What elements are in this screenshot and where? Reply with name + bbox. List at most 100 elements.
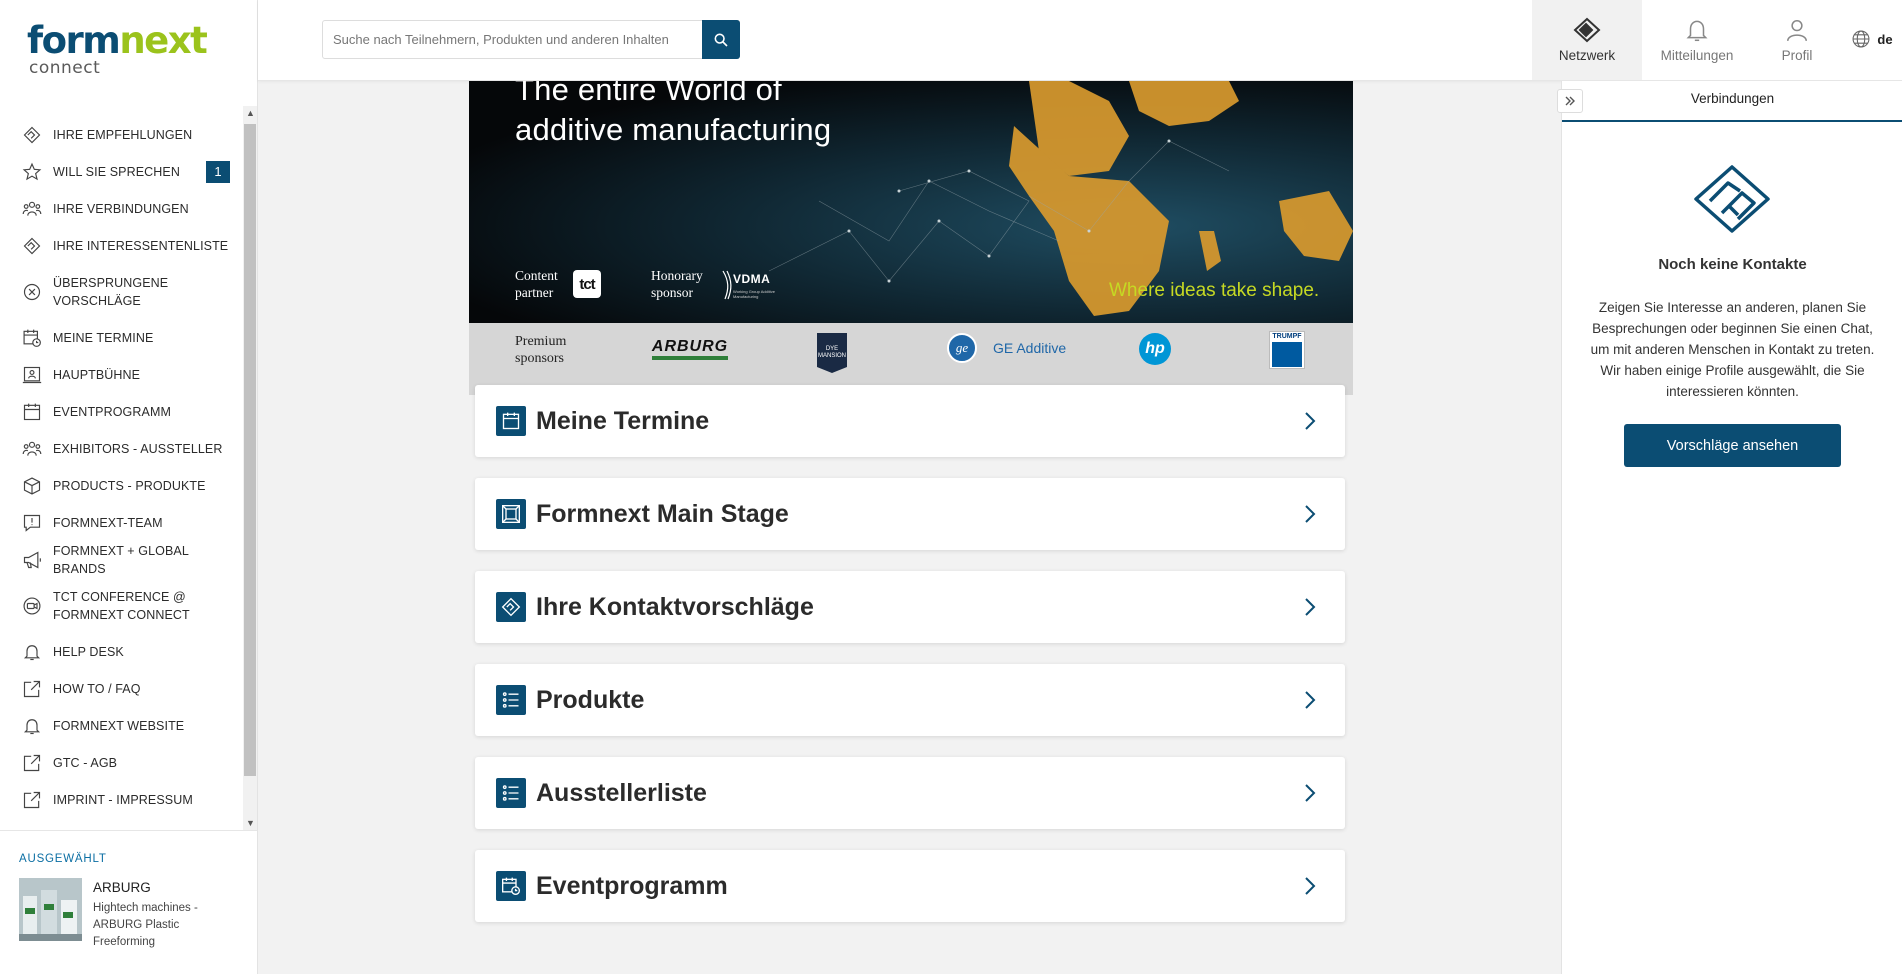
card-title: Eventprogramm (536, 871, 728, 900)
sidebar-item-meine-termine[interactable]: Meine Termine (0, 319, 242, 356)
sidebar-item-label: Ihre Interessentenliste (53, 238, 229, 253)
sidebar-item-label: Products - Produkte (53, 478, 206, 493)
sidebar-item-formnext-team[interactable]: Formnext-Team (0, 504, 242, 541)
banner-headline-line1: The entire World of (515, 81, 782, 107)
ge-logo[interactable]: ge (947, 333, 977, 363)
list-icon (496, 778, 526, 808)
trumpf-logo[interactable]: TRUMPF (1269, 331, 1305, 369)
search-button[interactable] (702, 20, 740, 59)
selected-exhibitor[interactable]: AUSGEWÄHLT ARBURG Hightech machines - AR… (0, 830, 257, 974)
stage-icon (21, 364, 43, 386)
honorary-sponsor-label: Honorary sponsor (651, 268, 703, 300)
hp-logo[interactable]: hp (1139, 333, 1171, 365)
search-bar (322, 20, 740, 59)
tab-label: Mitteilungen (1660, 48, 1734, 63)
handshake-icon (1573, 17, 1601, 43)
globe-icon (1852, 30, 1870, 48)
x-circle-icon (21, 281, 43, 303)
sidebar-item-label: Imprint - Impressum (53, 792, 193, 807)
card-title: Ihre Kontaktvorschläge (536, 592, 814, 621)
card-main-stage[interactable]: Formnext Main Stage (475, 478, 1345, 550)
vdma-logo-subtext: Working Group Additive Manufacturing (733, 289, 775, 299)
sidebar-item-tct-conference[interactable]: TCT Conference @ Formnext Connect (0, 578, 242, 633)
card-meine-termine[interactable]: Meine Termine (475, 385, 1345, 457)
sidebar-item-global-brands[interactable]: Formnext + Global Brands (0, 541, 242, 578)
banner-headline-line2: additive manufacturing (515, 112, 832, 147)
alert-message-icon (21, 512, 43, 534)
card-kontaktvorschlaege[interactable]: Ihre Kontaktvorschläge (475, 571, 1345, 643)
sidebar-item-empfehlungen[interactable]: Ihre Empfehlungen (0, 116, 242, 153)
search-input[interactable] (323, 21, 703, 58)
tab-profil[interactable]: Profil (1752, 0, 1842, 80)
handshake-icon (496, 592, 526, 622)
sidebar-item-gtc-agb[interactable]: GTC - AGB (0, 744, 242, 781)
user-icon (1787, 20, 1807, 42)
empty-state-text: Zeigen Sie Interesse an anderen, planen … (1590, 300, 1875, 399)
header-tabs: Netzwerk Mitteilungen Profil de (1532, 0, 1902, 80)
view-suggestions-button[interactable]: Vorschläge ansehen (1624, 424, 1841, 467)
content-partner-label: Content partner (515, 268, 558, 300)
calendar-icon (21, 401, 43, 423)
sidebar-item-interessentenliste[interactable]: Ihre Interessentenliste (0, 227, 242, 264)
tab-mitteilungen[interactable]: Mitteilungen (1642, 0, 1752, 80)
megaphone-icon (21, 549, 43, 571)
sidebar-item-label: Formnext + Global Brands (53, 543, 189, 576)
sidebar-item-hauptbuehne[interactable]: Hauptbühne (0, 356, 242, 393)
sidebar-item-label: Ihre Empfehlungen (53, 127, 193, 142)
collapse-panel-button[interactable] (1557, 89, 1583, 113)
formnext-connect-logo[interactable]: formnext connect (27, 19, 208, 77)
selected-title: AUSGEWÄHLT (19, 853, 107, 865)
dyemansion-logo[interactable]: DYE MANSION (817, 333, 847, 373)
sidebar-item-label: How to / FAQ (53, 681, 141, 696)
sidebar-item-impressum[interactable]: Imprint - Impressum (0, 781, 242, 818)
sidebar-item-uebersprungene-vorschlaege[interactable]: Übersprungene Vorschläge (0, 264, 242, 319)
card-title: Meine Termine (536, 406, 710, 435)
handshake-icon (21, 235, 43, 257)
calendar-clock-icon (496, 871, 526, 901)
card-title: Produkte (536, 685, 645, 714)
logo-text-next: next (119, 19, 208, 62)
chevron-right-icon (1305, 598, 1316, 616)
tab-netzwerk[interactable]: Netzwerk (1532, 0, 1642, 80)
sidebar-item-label: Formnext Website (53, 718, 185, 733)
tab-label: Profil (1781, 48, 1813, 63)
connections-panel: Verbindungen Noch keine Kontakte Zeigen … (1557, 81, 1902, 974)
sidebar-item-will-sie-sprechen[interactable]: Will Sie sprechen 1 (0, 153, 242, 190)
tab-verbindungen[interactable]: Verbindungen (1557, 81, 1902, 122)
trumpf-logo-text: TRUMPF (1272, 333, 1302, 340)
language-switcher[interactable]: de (1842, 0, 1902, 80)
top-bar: Netzwerk Mitteilungen Profil de (258, 0, 1902, 81)
list-icon (496, 685, 526, 715)
sidebar-scrollbar[interactable]: ▲ ▼ (243, 106, 257, 830)
logo-text-form: form (27, 19, 121, 62)
sidebar-item-how-to-faq[interactable]: How to / FAQ (0, 670, 242, 707)
sidebar-item-aussteller[interactable]: Exhibitors - Aussteller (0, 430, 242, 467)
sidebar-item-produkte[interactable]: Products - Produkte (0, 467, 242, 504)
scroll-down-icon[interactable]: ▼ (246, 818, 255, 828)
sidebar-item-help-desk[interactable]: Help Desk (0, 633, 242, 670)
card-produkte[interactable]: Produkte (475, 664, 1345, 736)
exhibitor-thumbnail (19, 878, 82, 941)
double-chevron-right-icon (1565, 96, 1575, 106)
sidebar-item-verbindungen[interactable]: Ihre Verbindungen (0, 190, 242, 227)
card-eventprogramm[interactable]: Eventprogramm (475, 850, 1345, 922)
external-link-icon (21, 789, 43, 811)
sidebar-item-label: Meine Termine (53, 330, 154, 345)
sidebar-item-eventprogramm[interactable]: Eventprogramm (0, 393, 242, 430)
sidebar-item-label: Eventprogramm (53, 404, 171, 419)
chevron-right-icon (1305, 691, 1316, 709)
external-link-icon (21, 752, 43, 774)
sidebar-item-label: Formnext-Team (53, 515, 163, 530)
people-icon (21, 438, 43, 460)
handshake-illustration-icon (1694, 165, 1770, 233)
scroll-up-icon[interactable]: ▲ (246, 108, 255, 118)
calendar-clock-icon (21, 327, 43, 349)
banner-slogan: Where ideas take shape. (1109, 280, 1320, 301)
sidebar-item-formnext-website[interactable]: Formnext Website (0, 707, 242, 744)
bell-icon (1686, 20, 1708, 42)
card-ausstellerliste[interactable]: Ausstellerliste (475, 757, 1345, 829)
event-banner[interactable]: The entire World of additive manufacturi… (469, 81, 1353, 395)
frame-icon (496, 499, 526, 529)
scrollbar-thumb[interactable] (244, 124, 256, 776)
arburg-logo[interactable]: ARBURG (652, 338, 728, 360)
